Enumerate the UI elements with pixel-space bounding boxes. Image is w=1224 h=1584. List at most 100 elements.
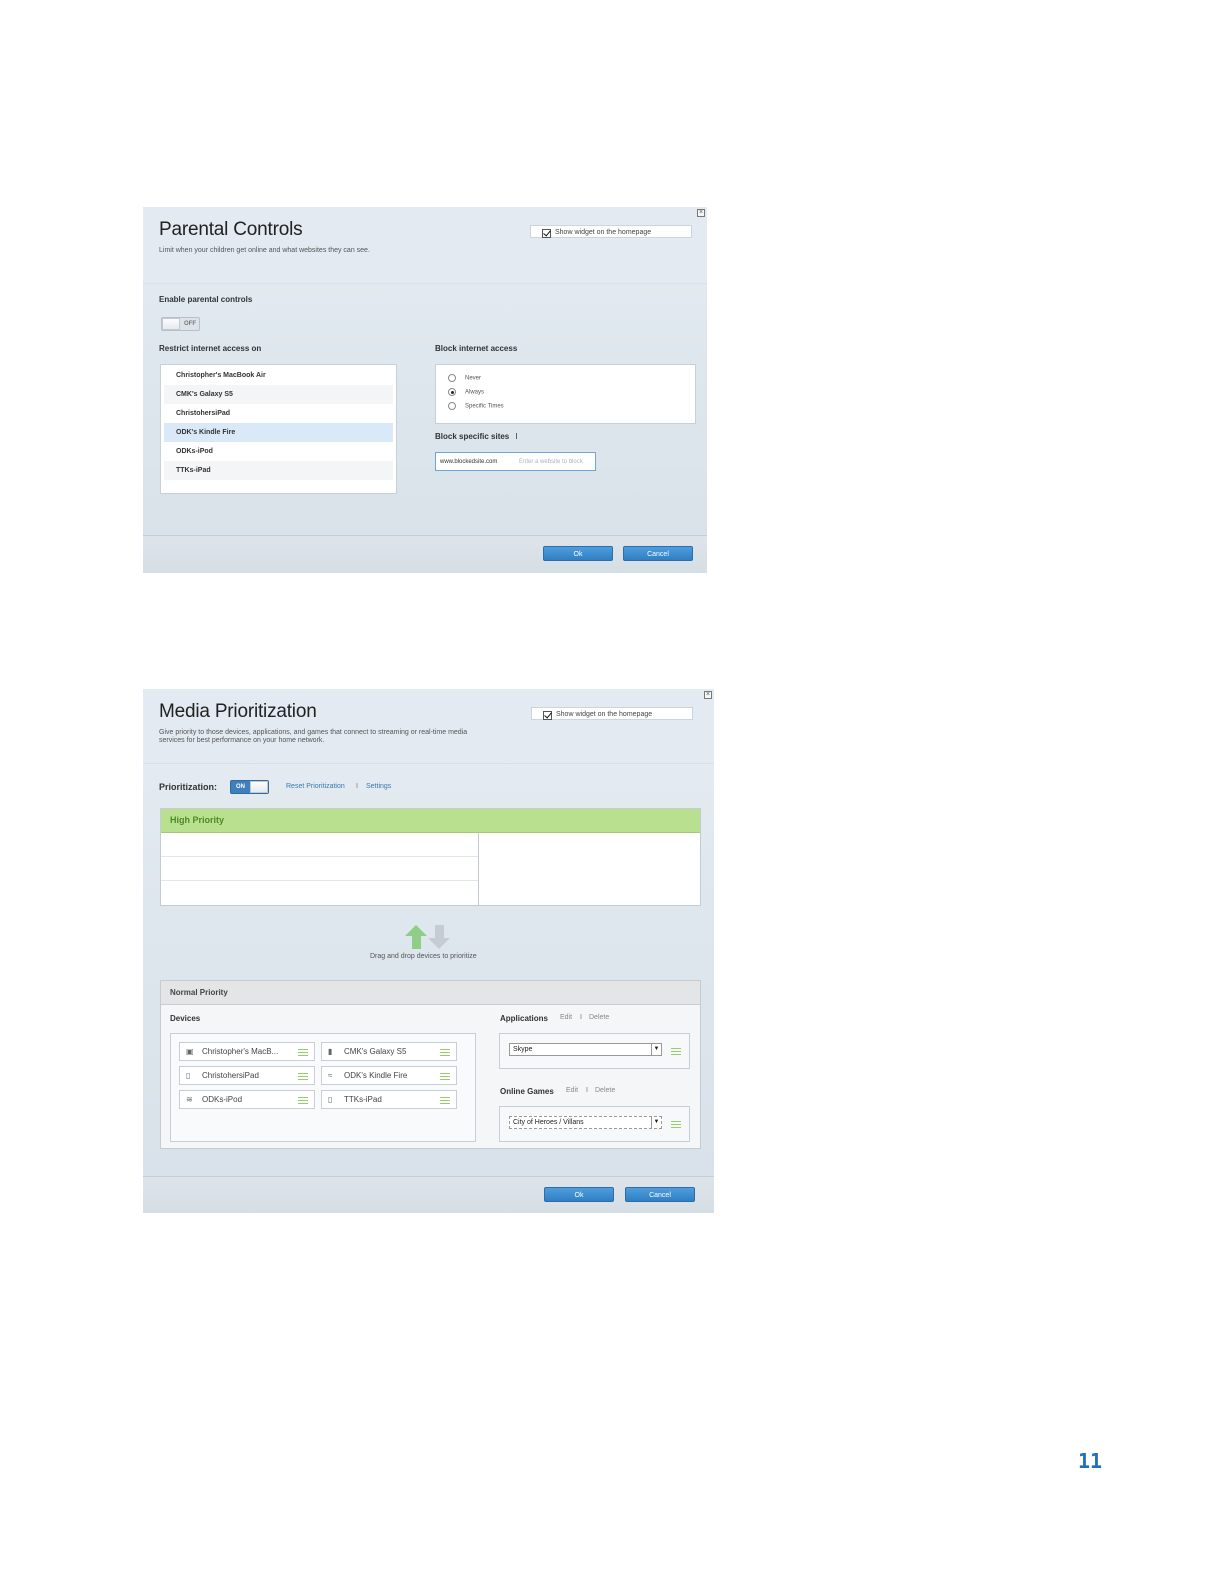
enable-parental-label: Enable parental controls xyxy=(159,295,253,304)
toggle-knob xyxy=(162,318,180,330)
dropdown-arrow-icon[interactable]: ▼ xyxy=(651,1044,661,1055)
device-row[interactable]: ChristohersiPad xyxy=(164,404,393,423)
radio-icon[interactable] xyxy=(448,374,456,382)
applications-container: Skype ▼ xyxy=(499,1033,690,1069)
page-title: Media Prioritization xyxy=(159,701,317,722)
radio-option-never[interactable]: Never xyxy=(448,374,481,384)
device-slot[interactable] xyxy=(161,857,478,881)
radio-option-always[interactable]: Always xyxy=(448,388,484,398)
prioritization-toggle[interactable]: ON xyxy=(230,780,269,794)
checkbox-checked-icon[interactable] xyxy=(542,229,551,238)
show-widget-label: Show widget on the homepage xyxy=(556,711,653,718)
device-row[interactable]: CMK's Galaxy S5 xyxy=(164,385,393,404)
tablet-icon: ▯ xyxy=(328,1095,333,1104)
device-row[interactable]: Christopher's MacBook Air xyxy=(164,366,393,385)
device-slot[interactable] xyxy=(161,881,478,904)
devices-label: Devices xyxy=(170,1014,201,1023)
show-widget-checkbox[interactable]: Show widget on the homepage xyxy=(530,225,692,238)
link-separator: I xyxy=(356,783,358,790)
block-options-box: Never Always Specific Times xyxy=(435,364,696,424)
toggle-state: ON xyxy=(236,784,245,790)
ipod-icon: ≋ xyxy=(186,1095,193,1104)
drag-handle-icon[interactable] xyxy=(298,1097,308,1104)
device-tile[interactable]: ≋ ODKs-iPod xyxy=(179,1090,315,1109)
radio-option-specific-times[interactable]: Specific Times xyxy=(448,402,504,412)
drag-handle-icon[interactable] xyxy=(671,1048,681,1055)
application-select[interactable]: Skype ▼ xyxy=(509,1043,662,1056)
cancel-button[interactable]: Cancel xyxy=(623,546,693,561)
drag-handle-icon[interactable] xyxy=(298,1073,308,1080)
radio-selected-icon[interactable] xyxy=(448,388,456,396)
reset-prioritization-link[interactable]: Reset Prioritization xyxy=(286,783,345,790)
applications-edit-link[interactable]: Edit xyxy=(560,1014,572,1021)
toggle-state: OFF xyxy=(184,321,196,327)
high-priority-zone[interactable]: High Priority xyxy=(160,808,701,906)
prioritization-label: Prioritization: xyxy=(159,782,217,792)
restrict-label: Restrict internet access on xyxy=(159,344,262,353)
device-tile[interactable]: ▯ TTKs-iPad xyxy=(321,1090,457,1109)
applications-delete-link[interactable]: Delete xyxy=(589,1014,609,1021)
close-icon[interactable]: × xyxy=(697,209,705,217)
link-separator: I xyxy=(580,1014,582,1021)
high-priority-device-slots xyxy=(161,833,479,905)
ok-button[interactable]: Ok xyxy=(544,1187,614,1202)
phone-icon: ▮ xyxy=(328,1047,333,1056)
checkbox-checked-icon[interactable] xyxy=(543,711,552,720)
device-row[interactable]: TTKs-iPad xyxy=(164,461,393,480)
page-number: 11 xyxy=(1078,1449,1103,1473)
normal-priority-zone[interactable]: Normal Priority Devices ▣ Christopher's M… xyxy=(160,980,701,1149)
drag-handle-icon[interactable] xyxy=(671,1121,681,1128)
parental-controls-panel: × Parental Controls Limit when your chil… xyxy=(143,207,707,573)
device-list: Christopher's MacBook Air CMK's Galaxy S… xyxy=(160,364,397,494)
cancel-button[interactable]: Cancel xyxy=(625,1187,695,1202)
show-widget-checkbox[interactable]: Show widget on the homepage xyxy=(531,707,693,720)
toggle-knob xyxy=(250,781,268,793)
site-placeholder: Enter a website to block xyxy=(519,459,583,465)
drag-handle-icon[interactable] xyxy=(440,1073,450,1080)
online-games-label: Online Games xyxy=(500,1087,554,1096)
device-tile[interactable]: ▮ CMK's Galaxy S5 xyxy=(321,1042,457,1061)
show-widget-label: Show widget on the homepage xyxy=(555,229,652,236)
radio-icon[interactable] xyxy=(448,402,456,410)
page-subtitle-line2: services for best performance on your ho… xyxy=(159,737,325,744)
drag-handle-icon[interactable] xyxy=(298,1049,308,1056)
drag-arrows-icon xyxy=(405,925,450,949)
block-access-label: Block internet access xyxy=(435,344,518,353)
ok-button[interactable]: Ok xyxy=(543,546,613,561)
page-subtitle: Limit when your children get online and … xyxy=(159,247,370,254)
dropdown-arrow-icon[interactable]: ▼ xyxy=(651,1117,661,1128)
device-tile[interactable]: ▯ ChristohersiPad xyxy=(179,1066,315,1085)
devices-container: ▣ Christopher's MacB... ▮ CMK's Galaxy S5 … xyxy=(170,1033,476,1142)
drag-handle-icon[interactable] xyxy=(440,1049,450,1056)
panel-footer: Ok Cancel xyxy=(143,535,707,573)
games-container: City of Heroes / Villans ▼ xyxy=(499,1106,690,1142)
laptop-icon: ▣ xyxy=(186,1047,194,1056)
page-subtitle-line1: Give priority to those devices, applicat… xyxy=(159,729,468,736)
games-delete-link[interactable]: Delete xyxy=(595,1087,615,1094)
drag-handle-icon[interactable] xyxy=(440,1097,450,1104)
block-site-input[interactable]: www.blockedsite.com Enter a website to b… xyxy=(435,452,596,471)
router-icon: ≈ xyxy=(328,1071,333,1080)
block-sites-label: Block specific sites I xyxy=(435,432,518,441)
page-title: Parental Controls xyxy=(159,219,303,240)
settings-link[interactable]: Settings xyxy=(366,783,391,790)
close-icon[interactable]: × xyxy=(704,691,712,699)
games-edit-link[interactable]: Edit xyxy=(566,1087,578,1094)
tablet-icon: ▯ xyxy=(186,1071,191,1080)
high-priority-label: High Priority xyxy=(170,815,225,825)
link-separator: I xyxy=(586,1087,588,1094)
panel-footer: Ok Cancel xyxy=(143,1176,714,1213)
device-tile[interactable]: ≈ ODK's Kindle Fire xyxy=(321,1066,457,1085)
applications-label: Applications xyxy=(500,1014,549,1023)
device-tile[interactable]: ▣ Christopher's MacB... xyxy=(179,1042,315,1061)
device-slot[interactable] xyxy=(161,833,478,857)
parental-toggle[interactable]: OFF xyxy=(161,317,200,331)
game-select[interactable]: City of Heroes / Villans ▼ xyxy=(509,1116,662,1129)
device-row[interactable]: ODKs-iPod xyxy=(164,442,393,461)
normal-priority-label: Normal Priority xyxy=(170,988,228,997)
media-prioritization-panel: × Media Prioritization Give priority to … xyxy=(143,689,714,1213)
high-priority-header: High Priority xyxy=(161,809,700,833)
normal-priority-header: Normal Priority xyxy=(161,981,700,1005)
device-row-selected[interactable]: ODK's Kindle Fire xyxy=(164,423,393,442)
site-value: www.blockedsite.com xyxy=(440,459,498,465)
